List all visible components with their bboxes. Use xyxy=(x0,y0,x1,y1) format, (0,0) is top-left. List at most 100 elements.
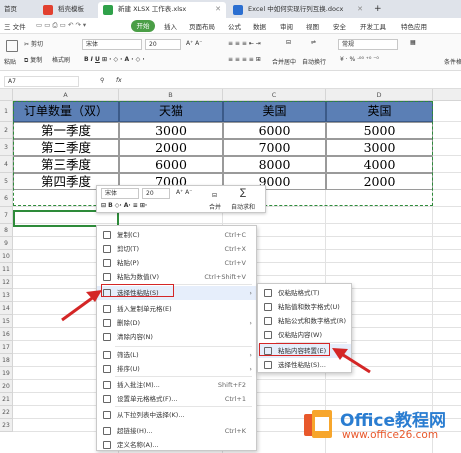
row-header[interactable]: 3 xyxy=(0,139,13,156)
context-menu-item[interactable]: 排序(U) › xyxy=(97,362,256,376)
number-format-buttons[interactable]: ¥ · % ·⁰⁰ ⁺⁰ ⁻⁰ xyxy=(340,56,379,63)
zoom-icon[interactable]: ⚲ xyxy=(100,77,104,84)
sum-icon[interactable]: ∑ xyxy=(240,188,246,198)
row-header[interactable]: 8 xyxy=(0,224,13,237)
tab-xlsx[interactable]: 新建 XLSX 工作表.xlsx ✕ xyxy=(98,2,226,18)
row-header[interactable]: 7 xyxy=(0,207,13,224)
wrap-icon[interactable]: ⇌ xyxy=(311,39,316,46)
context-menu-item[interactable]: 超链接(H)... Ctrl+K xyxy=(97,424,256,438)
context-menu-item[interactable]: 插入复制单元格(E) xyxy=(97,302,256,316)
context-menu-item[interactable]: 删除(D) › xyxy=(97,316,256,330)
table-header-cell[interactable]: 美国 xyxy=(223,101,326,122)
menu-view[interactable]: 视图 xyxy=(306,21,319,31)
table-header-cell[interactable]: 订单数量（双） xyxy=(13,101,119,122)
table-cell[interactable]: 2000 xyxy=(119,139,223,156)
row-header[interactable]: 5 xyxy=(0,173,13,190)
context-menu-item[interactable]: 定义名称(A)... xyxy=(97,438,256,452)
conditional-format-icon[interactable]: ▦ xyxy=(410,39,416,46)
menu-formula[interactable]: 公式 xyxy=(228,21,241,31)
mini-merge-button[interactable]: 合并 xyxy=(209,202,221,211)
row-header[interactable]: 9 xyxy=(0,237,13,250)
column-header-c[interactable]: C xyxy=(223,89,326,101)
cut-button[interactable]: ✂ 剪切 xyxy=(24,39,43,48)
formula-input[interactable] xyxy=(128,76,458,87)
row-header[interactable]: 6 xyxy=(0,190,13,207)
tab-docx[interactable]: Excel 中如何实现行列互换.docx ✕ xyxy=(228,2,368,18)
align-top-buttons[interactable]: ≡ ≡ ≡ ⇤ ⇥ xyxy=(228,40,261,47)
row-header[interactable]: 21 xyxy=(0,393,13,406)
menu-developer[interactable]: 开发工具 xyxy=(360,21,386,31)
fx-icon[interactable]: fx xyxy=(116,77,122,84)
table-cell[interactable]: 第三季度 xyxy=(13,156,119,173)
table-cell[interactable]: 3000 xyxy=(119,122,223,139)
row-header[interactable]: 11 xyxy=(0,263,13,276)
row-header[interactable]: 20 xyxy=(0,380,13,393)
context-menu-item[interactable]: 设置单元格格式(F)... Ctrl+1 xyxy=(97,392,256,406)
font-style-buttons[interactable]: B I U ⊞ · ◇ · A · ◇ · xyxy=(84,56,145,63)
merge-icon[interactable]: ⊟ xyxy=(286,39,291,46)
mini-format-buttons[interactable]: ⊟ B ◇· A· ≡ ⊞· xyxy=(101,202,147,209)
menu-review[interactable]: 审阅 xyxy=(280,21,293,31)
table-header-cell[interactable]: 天猫 xyxy=(119,101,223,122)
row-header[interactable]: 17 xyxy=(0,341,13,354)
menu-insert[interactable]: 插入 xyxy=(164,21,177,31)
font-size-buttons[interactable]: A⁺ A⁻ xyxy=(186,40,202,47)
number-format-select[interactable]: 常规 xyxy=(338,39,398,50)
column-header-d[interactable]: D xyxy=(326,89,433,101)
new-tab-button[interactable]: + xyxy=(370,2,390,18)
mini-autosum-button[interactable]: 自动求和 xyxy=(231,202,255,211)
font-size-select[interactable]: 20 xyxy=(145,39,181,50)
context-menu-item[interactable]: 清除内容(N) xyxy=(97,330,256,344)
row-header[interactable]: 14 xyxy=(0,302,13,315)
align-buttons[interactable]: ≡ ≡ ≡ ≡ ⊞ xyxy=(228,56,261,63)
menu-special[interactable]: 特色应用 xyxy=(401,21,427,31)
file-menu[interactable]: 三 文件 xyxy=(4,21,26,31)
table-cell[interactable]: 7000 xyxy=(223,139,326,156)
paste-icon[interactable] xyxy=(6,40,18,52)
row-header[interactable]: 16 xyxy=(0,328,13,341)
context-menu-item[interactable]: 从下拉列表中选择(K)... xyxy=(97,408,256,422)
mini-size-select[interactable]: 20 xyxy=(142,188,170,199)
table-header-cell[interactable]: 英国 xyxy=(326,101,433,122)
column-header-a[interactable]: A xyxy=(13,89,119,101)
paste-label[interactable]: 粘贴 xyxy=(4,57,16,66)
menu-security[interactable]: 安全 xyxy=(333,21,346,31)
tab-home[interactable]: 首页 xyxy=(0,2,38,18)
row-header[interactable]: 12 xyxy=(0,276,13,289)
context-menu-item[interactable]: 剪切(T) Ctrl+X xyxy=(97,242,256,256)
tab-docer[interactable]: 稻壳模板 xyxy=(38,2,98,18)
menu-data[interactable]: 数据 xyxy=(253,21,266,31)
submenu-item[interactable]: 粘贴值和数字格式(U) xyxy=(258,300,351,314)
context-menu-item[interactable]: 复制(C) Ctrl+C xyxy=(97,228,256,242)
table-cell[interactable]: 第一季度 xyxy=(13,122,119,139)
format-painter-button[interactable]: 格式刷 xyxy=(52,55,70,64)
table-cell[interactable]: 第二季度 xyxy=(13,139,119,156)
close-icon[interactable]: ✕ xyxy=(357,2,363,17)
font-select[interactable]: 宋体 xyxy=(82,39,142,50)
row-header[interactable]: 15 xyxy=(0,315,13,328)
table-cell[interactable]: 5000 xyxy=(326,122,433,139)
table-cell[interactable]: 3000 xyxy=(326,139,433,156)
menu-page-layout[interactable]: 页面布局 xyxy=(189,21,215,31)
merge-center-button[interactable]: 合并居中 xyxy=(272,57,296,66)
submenu-item[interactable]: 选择性粘贴(S)... xyxy=(258,358,351,372)
row-header[interactable]: 1 xyxy=(0,101,13,122)
context-menu-item[interactable]: 粘贴(P) Ctrl+V xyxy=(97,256,256,270)
column-header-b[interactable]: B xyxy=(119,89,223,101)
context-menu-item[interactable]: 粘贴为数值(V) Ctrl+Shift+V xyxy=(97,270,256,284)
row-header[interactable]: 13 xyxy=(0,289,13,302)
table-cell[interactable]: 6000 xyxy=(223,122,326,139)
submenu-item[interactable]: 仅粘贴内容(W) xyxy=(258,328,351,342)
menu-start[interactable]: 开始 xyxy=(131,20,155,32)
submenu-item[interactable]: 粘贴公式和数字格式(R) xyxy=(258,314,351,328)
name-box[interactable]: A7 xyxy=(4,76,79,87)
copy-button[interactable]: ⧉ 复制 xyxy=(24,55,42,65)
row-header[interactable]: 19 xyxy=(0,367,13,380)
table-cell[interactable]: 4000 xyxy=(326,156,433,173)
row-header[interactable]: 23 xyxy=(0,419,13,432)
row-header[interactable]: 10 xyxy=(0,250,13,263)
context-menu-item[interactable]: 筛选(L) › xyxy=(97,348,256,362)
row-header[interactable]: 2 xyxy=(0,122,13,139)
row-header[interactable]: 22 xyxy=(0,406,13,419)
row-header[interactable]: 4 xyxy=(0,156,13,173)
